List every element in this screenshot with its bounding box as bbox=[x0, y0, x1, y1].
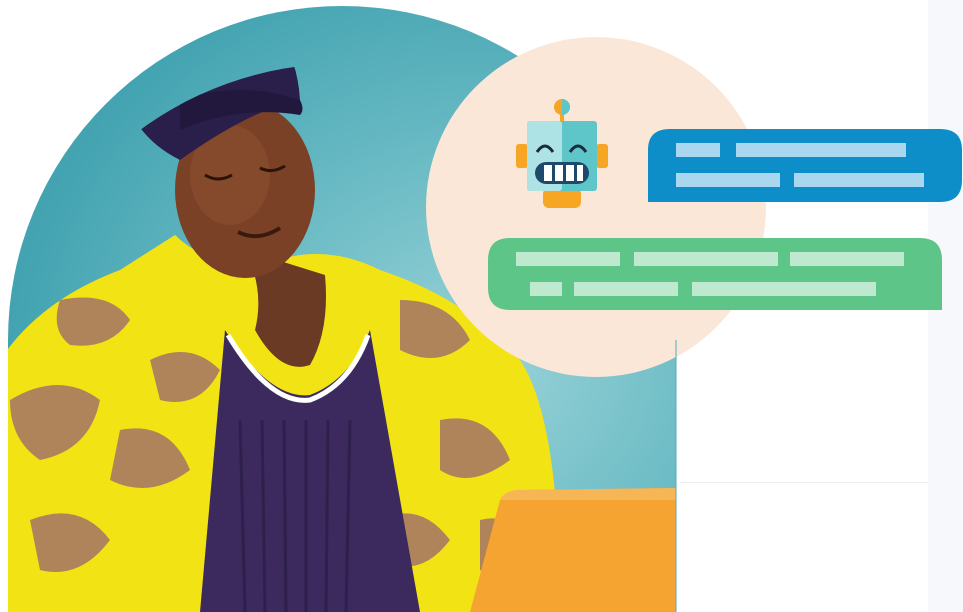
peach-circle bbox=[426, 37, 766, 377]
user-chat-bubble bbox=[488, 238, 942, 310]
bot-chat-bubble bbox=[648, 129, 962, 202]
hero-illustration bbox=[8, 6, 962, 612]
